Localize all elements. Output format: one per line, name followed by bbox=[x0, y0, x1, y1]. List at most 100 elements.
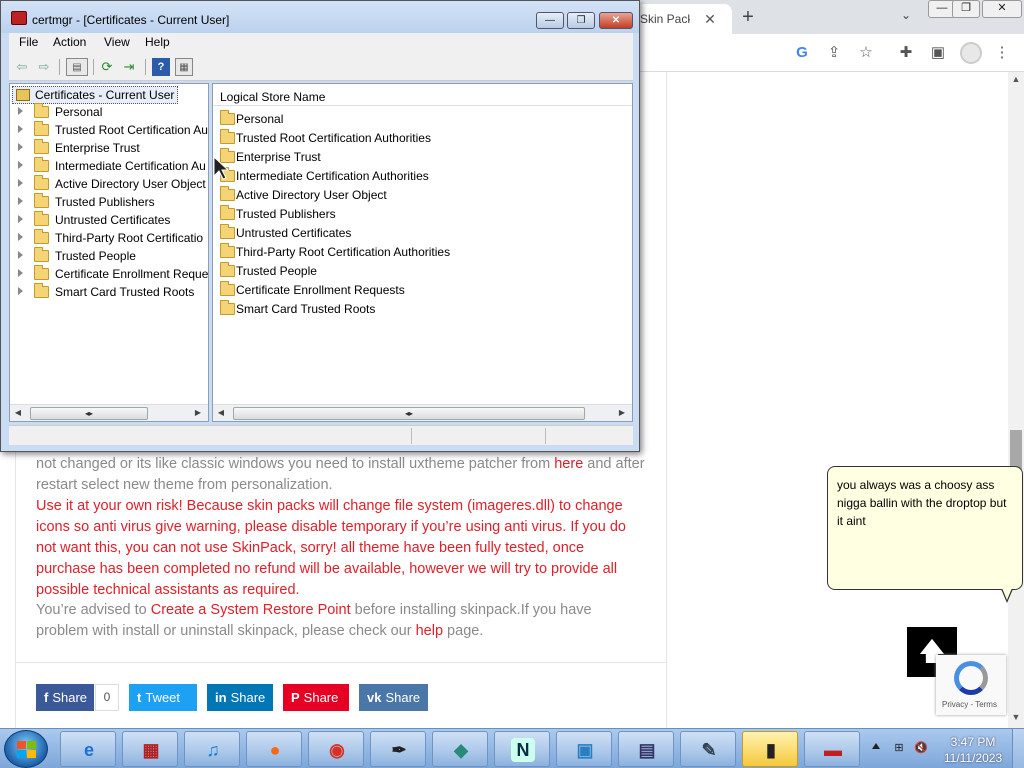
volume-muted-icon[interactable]: 🔇 bbox=[914, 741, 928, 755]
refresh-icon[interactable]: ⟳ bbox=[98, 58, 116, 76]
expand-arrow-icon[interactable] bbox=[18, 215, 23, 223]
list-scroll-thumb[interactable]: ◂▸ bbox=[233, 407, 585, 420]
expand-arrow-icon[interactable] bbox=[18, 287, 23, 295]
taskbar-app-cubes[interactable]: ◆ bbox=[432, 731, 488, 767]
browser-close-button[interactable]: ✕ bbox=[982, 0, 1022, 18]
taskbar-app-photo-viewer[interactable]: ▣ bbox=[556, 731, 612, 767]
pinterest-share-button[interactable]: P Share bbox=[283, 684, 349, 711]
expand-arrow-icon[interactable] bbox=[18, 179, 23, 187]
tab-search-icon[interactable]: ⌄ bbox=[896, 8, 916, 26]
maximize-button[interactable]: ❐ bbox=[567, 12, 595, 29]
taskbar-app-card-reader[interactable]: ▮ bbox=[742, 731, 798, 767]
network-icon[interactable]: ⊞ bbox=[892, 741, 906, 755]
uxtheme-patcher-link[interactable]: here bbox=[554, 456, 583, 472]
tree-horizontal-scrollbar[interactable]: ◀ ◂▸ ▶ bbox=[10, 404, 208, 421]
tree-item-label: Personal bbox=[55, 105, 103, 119]
expand-arrow-icon[interactable] bbox=[18, 197, 23, 205]
scroll-up-icon[interactable]: ▲ bbox=[1008, 74, 1024, 86]
page-scrollbar[interactable] bbox=[1008, 72, 1024, 728]
expand-arrow-icon[interactable] bbox=[18, 269, 23, 277]
side-panel-icon[interactable]: ▣ bbox=[928, 43, 948, 63]
start-button[interactable] bbox=[4, 730, 48, 768]
vk-share-button[interactable]: vk Share bbox=[359, 684, 428, 711]
close-button[interactable]: ✕ bbox=[599, 12, 633, 29]
expand-arrow-icon[interactable] bbox=[18, 125, 23, 133]
folder-icon bbox=[220, 205, 235, 220]
system-tool-icon: ▤ bbox=[638, 740, 656, 760]
browser-tab[interactable]: Skin Pack f ✕ bbox=[636, 4, 732, 34]
show-hidden-icons-icon[interactable] bbox=[872, 743, 880, 749]
share-icon[interactable]: ⇪ bbox=[824, 43, 844, 63]
taskbar-app-firefox[interactable]: ● bbox=[246, 731, 302, 767]
extensions-icon[interactable]: ✚ bbox=[896, 43, 916, 63]
menu-view[interactable]: View bbox=[104, 35, 130, 49]
taskbar-app-chrome[interactable]: ◉ bbox=[308, 731, 364, 767]
list-horizontal-scrollbar[interactable]: ◀ ◂▸ ▶ bbox=[213, 404, 632, 421]
taskbar-app-notepad[interactable]: ✎ bbox=[680, 731, 736, 767]
expand-arrow-icon[interactable] bbox=[18, 233, 23, 241]
tree-root-item[interactable]: Certificates - Current User bbox=[12, 86, 179, 104]
back-arrow-icon[interactable]: ⇦ bbox=[13, 58, 31, 76]
facebook-share-button[interactable]: f Share bbox=[36, 684, 94, 711]
paint-tool-icon: ✒ bbox=[391, 740, 407, 760]
details-list-pane[interactable]: Logical Store Name Personal Trusted Root … bbox=[212, 83, 633, 422]
folder-icon bbox=[34, 211, 49, 226]
tab-close-icon[interactable]: ✕ bbox=[700, 9, 720, 29]
recaptcha-links[interactable]: Privacy - Terms bbox=[942, 700, 997, 709]
certmgr-titlebar[interactable]: certmgr - [Certificates - Current User] … bbox=[1, 1, 639, 33]
profile-avatar[interactable] bbox=[960, 42, 982, 64]
taskbar-app-store[interactable]: ▦ bbox=[122, 731, 178, 767]
show-desktop-button[interactable] bbox=[1012, 729, 1024, 768]
taskbar-app-system-tool[interactable]: ▤ bbox=[618, 731, 674, 767]
export-list-icon[interactable]: ⇥ bbox=[120, 58, 138, 76]
scroll-right-icon[interactable]: ▶ bbox=[192, 407, 204, 419]
menu-action[interactable]: Action bbox=[53, 35, 86, 49]
scroll-right-icon[interactable]: ▶ bbox=[616, 407, 628, 419]
tree-root-label: Certificates - Current User bbox=[35, 88, 175, 102]
console-tree-icon[interactable]: ▤ bbox=[66, 58, 88, 76]
menu-help[interactable]: Help bbox=[145, 35, 170, 49]
menu-kebab-icon[interactable]: ⋮ bbox=[992, 43, 1012, 63]
tree-scroll-thumb[interactable]: ◂▸ bbox=[30, 407, 148, 420]
folder-icon bbox=[34, 103, 49, 118]
scroll-down-icon[interactable]: ▼ bbox=[1008, 712, 1024, 724]
browser-maximize-button[interactable]: ❐ bbox=[952, 0, 980, 18]
help-icon[interactable]: ? bbox=[152, 58, 170, 76]
taskbar-app-netscape[interactable]: N bbox=[494, 731, 550, 767]
taskbar-app-paint-tool[interactable]: ✒ bbox=[370, 731, 426, 767]
advice-text: You’re advised to bbox=[36, 602, 151, 618]
help-link[interactable]: help bbox=[416, 623, 443, 639]
notepad-icon: ✎ bbox=[701, 740, 717, 760]
bookmark-star-icon[interactable]: ☆ bbox=[856, 43, 876, 63]
advice-text-3: page. bbox=[443, 623, 484, 639]
taskbar-app-internet-explorer[interactable]: e bbox=[60, 731, 116, 767]
linkedin-share-button[interactable]: in Share bbox=[207, 684, 273, 711]
taskbar-app-toolbox[interactable]: ▬ bbox=[804, 731, 860, 767]
restore-point-link[interactable]: Create a System Restore Point bbox=[151, 602, 351, 618]
pinterest-share-label: Share bbox=[303, 690, 339, 705]
minimize-button[interactable]: — bbox=[536, 12, 564, 29]
chrome-icon: ◉ bbox=[329, 740, 345, 760]
console-tree-pane[interactable]: Certificates - Current User Personal Trus… bbox=[9, 83, 209, 422]
recaptcha-badge[interactable]: Privacy - Terms bbox=[936, 655, 1006, 715]
google-lens-icon[interactable]: G bbox=[792, 43, 812, 63]
expand-arrow-icon[interactable] bbox=[18, 143, 23, 151]
tab-title: Skin Pack f bbox=[640, 12, 690, 26]
menu-file[interactable]: File bbox=[19, 35, 38, 49]
taskbar-app-itunes[interactable]: ♫ bbox=[184, 731, 240, 767]
forward-arrow-icon[interactable]: ⇨ bbox=[35, 58, 53, 76]
certmgr-app-icon[interactable] bbox=[11, 11, 27, 25]
folder-icon bbox=[34, 247, 49, 262]
properties-icon[interactable]: ▦ bbox=[175, 58, 193, 76]
list-item-label: Untrusted Certificates bbox=[236, 226, 352, 240]
new-tab-button[interactable]: + bbox=[736, 6, 760, 28]
system-clock[interactable]: 3:47 PM 11/11/2023 bbox=[940, 734, 1006, 766]
expand-arrow-icon[interactable] bbox=[18, 161, 23, 169]
column-header-logical-store-name[interactable]: Logical Store Name bbox=[213, 84, 632, 106]
scroll-left-icon[interactable]: ◀ bbox=[215, 407, 227, 419]
expand-arrow-icon[interactable] bbox=[18, 107, 23, 115]
expand-arrow-icon[interactable] bbox=[18, 251, 23, 259]
scroll-left-icon[interactable]: ◀ bbox=[12, 407, 24, 419]
list-item-label: Third-Party Root Certification Authoriti… bbox=[236, 245, 451, 259]
twitter-tweet-button[interactable]: t Tweet bbox=[129, 684, 197, 711]
